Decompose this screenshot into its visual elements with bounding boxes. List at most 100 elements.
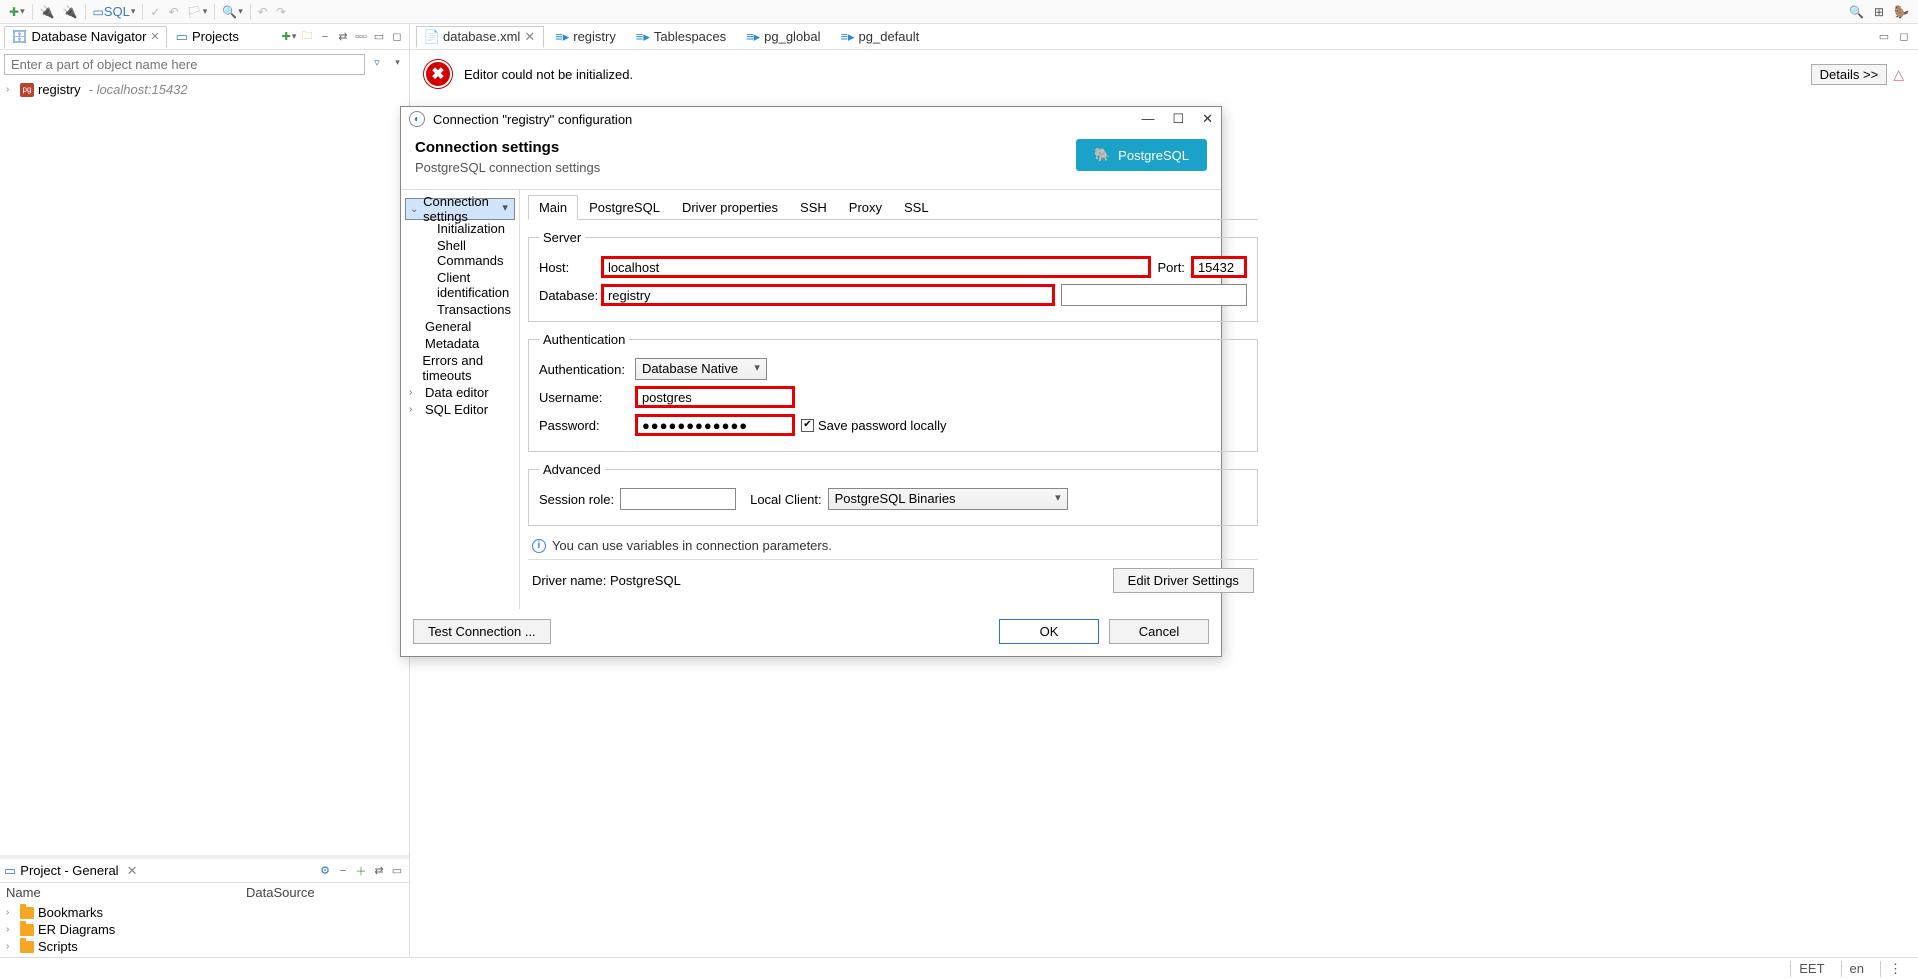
editor-tab-pg-global[interactable]: ≡▸ pg_global (737, 26, 829, 47)
info-text: You can use variables in connection para… (552, 538, 832, 553)
postgres-icon: pg (20, 83, 34, 97)
close-icon[interactable]: ✕ (150, 30, 159, 43)
port-label: Port: (1157, 260, 1184, 275)
edit-driver-settings-button[interactable]: Edit Driver Settings (1113, 568, 1254, 593)
collapse-icon[interactable]: − (317, 29, 333, 45)
session-role-input[interactable] (620, 488, 736, 510)
link-icon[interactable]: ⇄ (371, 863, 387, 879)
undo-icon[interactable]: ↶ (255, 5, 271, 19)
editor-tab-database-xml[interactable]: 📄 database.xml ✕ (416, 26, 544, 48)
password-input[interactable] (635, 414, 795, 436)
auth-mode-select[interactable]: Database Native (635, 358, 767, 380)
database-input[interactable] (601, 284, 1055, 306)
minimize-icon[interactable]: ▭ (389, 863, 405, 879)
perspective-icon[interactable]: ⊞ (1871, 5, 1887, 19)
tab-postgresql[interactable]: PostgreSQL (578, 195, 671, 220)
add-icon[interactable]: ＋ (353, 863, 369, 879)
elephant-icon: 🐘 (1094, 147, 1110, 163)
window-minimize-icon[interactable]: — (1141, 111, 1154, 127)
details-button[interactable]: Details >> (1811, 64, 1888, 85)
nav-shell-commands[interactable]: Shell Commands (405, 237, 515, 269)
tab-ssh[interactable]: SSH (789, 195, 838, 220)
maximize-icon[interactable]: ◻ (389, 29, 405, 45)
username-input[interactable] (635, 386, 795, 408)
dialog-titlebar[interactable]: ◐ Connection "registry" configuration — … (401, 107, 1221, 131)
database-extra-input[interactable] (1061, 284, 1247, 306)
folder-icon[interactable]: 🗀 (299, 29, 315, 45)
connect-icon[interactable]: 🔌 (37, 5, 58, 19)
nav-data-editor[interactable]: › Data editor (405, 384, 515, 401)
commit-icon[interactable]: ✓ (147, 5, 163, 19)
link-icon[interactable]: ⇄ (335, 29, 351, 45)
new-conn-icon[interactable]: ✚▾ (281, 29, 297, 45)
redo-icon[interactable]: ↷ (273, 5, 289, 19)
tab-projects[interactable]: ▭ Projects (169, 26, 246, 48)
window-close-icon[interactable]: ✕ (1202, 111, 1213, 127)
rollback-icon[interactable]: ↶ (165, 5, 181, 19)
nav-transactions[interactable]: Transactions (405, 301, 515, 318)
chevron-right-icon[interactable]: › (6, 84, 16, 95)
nav-label: Data editor (425, 385, 489, 400)
gear-icon[interactable]: ⚙ (317, 863, 333, 879)
editor-tab-tablespaces[interactable]: ≡▸ Tablespaces (627, 26, 735, 47)
nav-sql-editor[interactable]: ›SQL Editor (405, 401, 515, 418)
tab-main[interactable]: Main (528, 195, 578, 220)
test-connection-button[interactable]: Test Connection ... (413, 619, 551, 644)
dbeaver-icon[interactable]: 🦫 (1891, 5, 1912, 19)
project-item-er-diagrams[interactable]: › ER Diagrams (6, 921, 403, 938)
search-menu-icon[interactable]: 🔍▾ (219, 5, 245, 19)
chevron-right-icon[interactable]: › (6, 941, 16, 952)
cancel-button[interactable]: Cancel (1109, 619, 1209, 644)
close-icon[interactable]: ✕ (524, 29, 535, 45)
ok-button[interactable]: OK (999, 619, 1099, 644)
db-item-name: registry (38, 82, 81, 97)
tab-label: pg_default (859, 29, 920, 44)
advanced-legend: Advanced (539, 462, 605, 477)
projects-icon: ▭ (176, 29, 188, 45)
window-maximize-icon[interactable]: ☐ (1172, 111, 1184, 127)
minimize-editor-icon[interactable]: ▭ (1876, 29, 1892, 45)
project-item-scripts[interactable]: › Scripts (6, 938, 403, 955)
save-password-label: Save password locally (818, 418, 947, 433)
tab-driver-properties[interactable]: Driver properties (671, 195, 789, 220)
chevron-down-icon[interactable]: ⌄ (410, 204, 419, 215)
view-menu-icon[interactable]: ▫▫▫ (353, 29, 369, 45)
project-panel-header: ▭ Project - General ✕ ⚙ − ＋ ⇄ ▭ (0, 859, 409, 883)
port-input[interactable] (1191, 256, 1247, 278)
tx-menu-icon[interactable]: 🏳▾ (184, 5, 211, 19)
filter-menu-icon[interactable]: ▾ (389, 54, 405, 70)
nav-connection-settings[interactable]: ⌄Connection settings (405, 198, 515, 220)
chevron-right-icon[interactable]: › (409, 387, 421, 398)
chevron-right-icon[interactable]: › (6, 907, 16, 918)
nav-filter-input[interactable] (4, 54, 365, 75)
xml-file-icon: 📄 (425, 30, 439, 44)
editor-tab-registry[interactable]: ≡▸ registry (546, 26, 625, 47)
close-icon[interactable]: ✕ (127, 863, 138, 879)
status-notifications-icon[interactable]: ⋮ (1880, 961, 1910, 977)
editor-tab-pg-default[interactable]: ≡▸ pg_default (832, 26, 929, 47)
filter-icon[interactable]: ▿ (369, 54, 385, 70)
tab-label: pg_global (764, 29, 820, 44)
save-password-checkbox[interactable]: ✔ Save password locally (801, 418, 947, 433)
nav-errors-timeouts[interactable]: Errors and timeouts (405, 352, 515, 384)
quick-search-icon[interactable]: 🔍 (1846, 5, 1867, 19)
chevron-right-icon[interactable]: › (409, 404, 421, 415)
collapse-icon[interactable]: − (335, 863, 351, 879)
disconnect-icon[interactable]: 🔌 (60, 5, 81, 19)
tab-database-navigator[interactable]: 🗄 Database Navigator ✕ (4, 26, 167, 48)
sql-editor-button[interactable]: ▭ SQL▾ (90, 4, 139, 19)
nav-client-identification[interactable]: Client identification (405, 269, 515, 301)
nav-general[interactable]: General (405, 318, 515, 335)
chevron-right-icon[interactable]: › (6, 924, 16, 935)
host-input[interactable] (601, 256, 1152, 278)
maximize-editor-icon[interactable]: ◻ (1896, 29, 1912, 45)
tab-proxy[interactable]: Proxy (838, 195, 893, 220)
project-item-bookmarks[interactable]: › Bookmarks (6, 904, 403, 921)
nav-metadata[interactable]: Metadata (405, 335, 515, 352)
local-client-select[interactable]: PostgreSQL Binaries (828, 488, 1068, 510)
tab-ssl[interactable]: SSL (893, 195, 940, 220)
db-tree-item-registry[interactable]: › pg registry - localhost:15432 (4, 81, 405, 98)
new-connection-icon[interactable]: ✚▾ (6, 5, 28, 19)
project-tree: › Bookmarks › ER Diagrams › Scripts (0, 902, 409, 957)
minimize-icon[interactable]: ▭ (371, 29, 387, 45)
